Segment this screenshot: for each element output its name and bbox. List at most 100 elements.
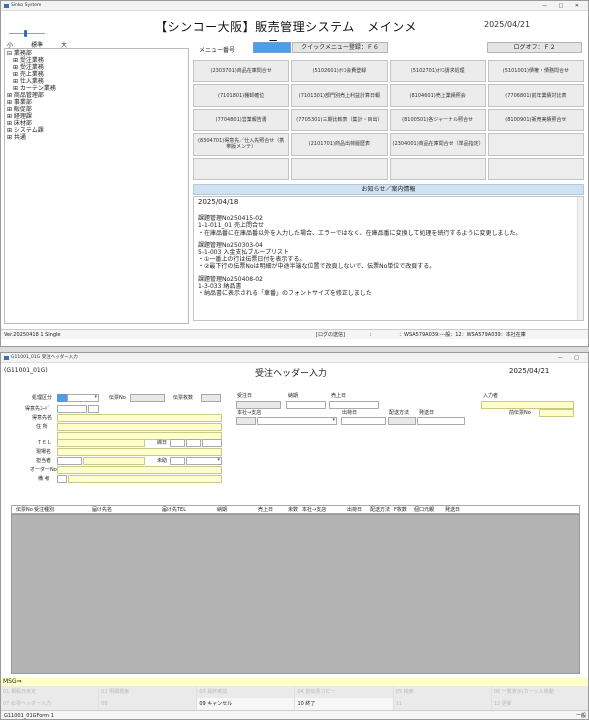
menu-button[interactable]: (2304001)商品在庫問合せ（単品指定）: [389, 133, 486, 156]
tree-item[interactable]: ⊞ 事業部: [7, 99, 186, 106]
menu-button[interactable]: (8100901)販売実績照合せ: [487, 108, 584, 132]
news-line: 2025/04/18: [198, 198, 239, 206]
menu-button[interactable]: (7704801)営業報告書: [193, 108, 290, 132]
function-key-button[interactable]: 11: [394, 698, 492, 710]
logoff-button[interactable]: ログオフ：Ｆ２: [487, 42, 582, 53]
function-key-button[interactable]: 07 伝票ヘッダー入力: [1, 698, 100, 710]
menu-button-empty[interactable]: [487, 157, 584, 180]
function-key-button[interactable]: 03 最終確認: [197, 686, 296, 698]
tantosha-name-field[interactable]: [83, 457, 145, 465]
haisou-field[interactable]: [388, 417, 416, 425]
tree-item[interactable]: ⊞ 仕入業務: [7, 78, 186, 85]
genbamei-field[interactable]: [57, 448, 222, 456]
tree-item[interactable]: ⊞ 共通: [7, 134, 186, 141]
column-header: 届け先TEL: [162, 507, 186, 513]
menu-button[interactable]: (7101301)部門別売上利益計算日報: [291, 84, 388, 107]
menu-button-empty[interactable]: [193, 157, 290, 180]
menu-button[interactable]: (7705301)三期比較表（集計・目出）: [291, 108, 388, 132]
tree-item[interactable]: ⊞ 経理課: [7, 113, 186, 120]
news-line: 1-1-011_01 売上問合せ: [198, 222, 264, 230]
denno-field[interactable]: [130, 394, 165, 402]
menu-tree[interactable]: ⊟ 業務部 ⊞ 受注業務 ⊞ 受注業務 ⊞ 売上業務 ⊞ 仕入業務 ⊞ カーテン業務 ⊞ 商…: [4, 48, 189, 324]
tree-item[interactable]: ⊞ カーテン業務: [7, 85, 186, 92]
menu-button[interactable]: (8104601)売上業績照会: [389, 84, 486, 107]
menu-button[interactable]: (5102601)ｵﾘｺ会費登録: [291, 60, 388, 83]
menu-button-empty[interactable]: [389, 157, 486, 180]
tree-item[interactable]: ⊞ 商品管理部: [7, 92, 186, 99]
function-key-button[interactable]: 06 一覧表示(カーソル移動: [492, 686, 588, 698]
menu-button[interactable]: (2303701)商品在庫問合せ: [193, 60, 290, 83]
shimebi-field-2[interactable]: [186, 439, 201, 447]
function-key-button[interactable]: 04 前伝票コピー: [295, 686, 394, 698]
tree-item[interactable]: ⊞ 販促部: [7, 106, 186, 113]
menu-button[interactable]: (2101701)商品出荷履歴表: [291, 133, 388, 156]
menu-button[interactable]: (8100501)各ジャーナル照合せ: [389, 108, 486, 132]
zen-denno-label: 前伝票No: [509, 410, 531, 416]
menu-button-empty[interactable]: [291, 157, 388, 180]
tree-item[interactable]: ⊞ 受注業務: [7, 57, 186, 64]
news-line: 課題管理No250408-02: [198, 275, 263, 283]
tokuisaki-branch-input[interactable]: [88, 405, 99, 413]
function-key-button[interactable]: 08: [99, 698, 198, 710]
tree-item[interactable]: ⊞ 売上業務: [7, 71, 186, 78]
uriagebi-field[interactable]: [329, 401, 379, 409]
tel-field[interactable]: [57, 439, 145, 447]
news-line: 課題管理No250303-04: [198, 241, 263, 249]
column-header: F枚数: [394, 507, 407, 513]
news-line: ・②最下行の伝票Noは明細が中途半端な位置で改頁しないで、伝票No単位で改頁する…: [198, 263, 436, 271]
function-key-button[interactable]: 09 キャンセル: [197, 698, 296, 710]
function-key-button[interactable]: 10 終了: [295, 698, 394, 710]
biko-code-field[interactable]: [57, 475, 67, 483]
hasoubi-field[interactable]: [417, 417, 465, 425]
shimebi-label: 締日: [157, 440, 168, 446]
menu-button-empty[interactable]: [487, 133, 584, 156]
menu-button[interactable]: (7101801)棚卸確位: [193, 84, 290, 107]
menu-button[interactable]: (5101001)債権・債務問合せ: [487, 60, 584, 83]
window-controls[interactable]: — □: [558, 353, 584, 363]
log-send-button[interactable]: [ログの送信]: [316, 330, 345, 340]
tree-item[interactable]: ⊟ 業務部: [7, 50, 186, 57]
function-key-button[interactable]: 05 検索: [394, 686, 492, 698]
shimebi-field[interactable]: [170, 439, 185, 447]
zoom-slider[interactable]: [9, 30, 49, 38]
denmaisu-field[interactable]: [201, 394, 221, 402]
menu-button[interactable]: (5102701)ｵﾘｺ請求処理: [389, 60, 486, 83]
honsha-code-field[interactable]: [236, 417, 256, 425]
tree-item[interactable]: ⊞ 受注業務: [7, 64, 186, 71]
order-no-field[interactable]: [57, 466, 222, 474]
kaishu-field[interactable]: [170, 457, 185, 465]
biko-field[interactable]: [68, 475, 222, 483]
denmaisu-label: 伝票枚数: [173, 395, 194, 401]
shukkabi-field[interactable]: [341, 417, 386, 425]
shimebi-field-3[interactable]: [202, 439, 222, 447]
order-table-body[interactable]: [11, 514, 580, 674]
shori-select[interactable]: [67, 394, 99, 402]
kaishu-select[interactable]: [186, 457, 222, 465]
tree-item[interactable]: ⊞ システム課: [7, 127, 186, 134]
menu-button[interactable]: (8304701)得意先／仕入先照合せ（携帯版メンテ）: [193, 133, 290, 156]
quick-menu-register-button[interactable]: クイックメニュー登録：Ｆ６: [292, 42, 388, 53]
page-title: 受注ヘッダー入力: [254, 369, 327, 379]
menu-button[interactable]: (7706801)前年業績対比表: [487, 84, 584, 107]
nyuryokusha-field[interactable]: [481, 401, 574, 409]
window-controls[interactable]: — □ ✕: [542, 1, 584, 11]
address-field-1[interactable]: [57, 423, 222, 431]
function-key-button[interactable]: 02 明細検索: [99, 686, 198, 698]
function-key-button[interactable]: 01 相殺日未定: [1, 686, 100, 698]
zen-denno-field[interactable]: [539, 409, 574, 417]
tokuisaki-code-input[interactable]: [57, 405, 87, 413]
nouki-field[interactable]: [286, 401, 326, 409]
tokuisaki-name-field[interactable]: [57, 414, 222, 422]
slider-thumb[interactable]: [24, 30, 27, 37]
honsha-select[interactable]: [257, 417, 337, 425]
tantosha-code-field[interactable]: [57, 457, 82, 465]
function-key-button[interactable]: 12 更新: [492, 698, 588, 710]
tree-item[interactable]: ⊞ 床材部: [7, 120, 186, 127]
juchubi-field[interactable]: [236, 401, 281, 409]
menu-number-input[interactable]: [253, 42, 291, 53]
news-scrollbar[interactable]: [577, 197, 583, 320]
column-header: 本社→支店: [302, 507, 327, 513]
news-panel[interactable]: 2025/04/18 課題管理No250415-02 1-1-011_01 売上問合…: [193, 196, 584, 321]
nyuryokusha-label: 入力者: [483, 393, 499, 399]
shori-code-input[interactable]: [57, 394, 67, 402]
